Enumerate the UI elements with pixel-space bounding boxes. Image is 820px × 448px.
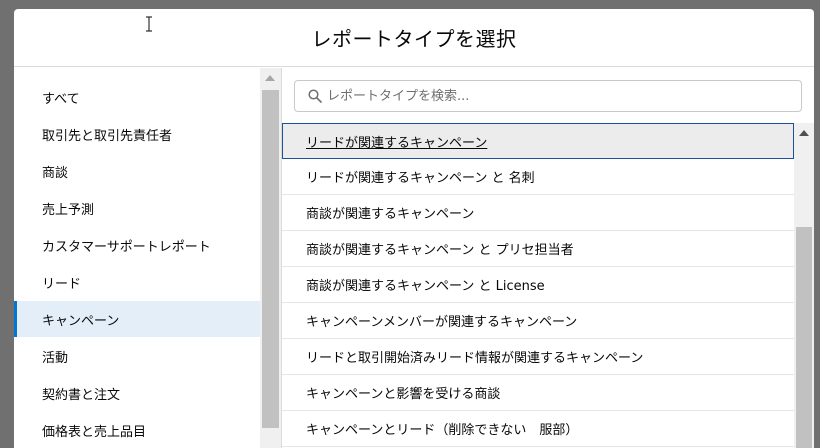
modal-title: レポートタイプを選択 xyxy=(311,27,517,51)
scrollbar-thumb[interactable] xyxy=(262,90,279,428)
category-label: 価格表と売上品目 xyxy=(42,424,147,440)
report-type-label: 商談が関連するキャンペーン と プリセ担当者 xyxy=(306,243,574,258)
category-label: 売上予測 xyxy=(42,202,95,218)
report-type-item[interactable]: リードが関連するキャンペーン と 名刺 xyxy=(282,159,794,195)
category-scrollbar[interactable] xyxy=(260,68,281,448)
category-item[interactable]: 商談 xyxy=(14,153,260,189)
search-box xyxy=(294,80,802,112)
report-type-label: リードが関連するキャンペーン xyxy=(306,135,488,151)
report-type-item[interactable]: リードが関連するキャンペーン xyxy=(282,123,794,159)
category-label: すべて xyxy=(42,91,80,107)
report-type-label: リードが関連するキャンペーン と 名刺 xyxy=(306,171,535,186)
report-type-item[interactable]: 商談が関連するキャンペーン xyxy=(282,195,794,231)
category-item[interactable]: リード xyxy=(14,264,260,300)
category-label: 商談 xyxy=(42,165,69,181)
category-label: キャンペーン xyxy=(42,313,120,329)
report-type-item[interactable]: 商談が関連するキャンペーン と License xyxy=(282,267,794,303)
category-label: リード xyxy=(42,276,82,292)
report-type-list: リードが関連するキャンペーン リードが関連するキャンペーン と 名刺 商談が関連する… xyxy=(282,123,794,448)
category-item[interactable]: 売上予測 xyxy=(14,190,260,226)
modal-header: レポートタイプを選択 xyxy=(14,9,814,67)
category-item[interactable]: 契約書と注文 xyxy=(14,375,260,411)
search-input[interactable] xyxy=(327,81,797,111)
search-icon xyxy=(308,89,322,103)
report-type-label: キャンペーンメンバーが関連するキャンペーン xyxy=(306,315,578,330)
report-type-label: キャンペーンと影響を受ける商談 xyxy=(306,387,501,402)
category-label: 契約書と注文 xyxy=(42,387,121,403)
scrollbar-thumb[interactable] xyxy=(796,227,812,448)
category-item[interactable]: 活動 xyxy=(14,338,260,374)
text-cursor-icon xyxy=(146,16,152,32)
report-type-item[interactable]: キャンペーンと影響を受ける商談 xyxy=(282,375,794,411)
report-type-item[interactable]: キャンペーンとリード（削除できない 服部） xyxy=(282,411,794,447)
report-type-scrollbar[interactable] xyxy=(794,123,814,448)
scroll-up-arrow-icon[interactable] xyxy=(265,75,275,81)
report-type-label: キャンペーンとリード（削除できない 服部） xyxy=(306,423,579,438)
report-type-item[interactable]: 商談が関連するキャンペーン と プリセ担当者 xyxy=(282,231,794,267)
report-type-label: 商談が関連するキャンペーン xyxy=(306,207,475,222)
report-type-label: リードと取引開始済みリード情報が関連するキャンペーン xyxy=(306,351,644,366)
category-label: カスタマーサポートレポート xyxy=(42,239,211,255)
category-item[interactable]: すべて xyxy=(14,79,260,115)
category-item[interactable]: 取引先と取引先責任者 xyxy=(14,116,260,152)
category-item[interactable]: 価格表と売上品目 xyxy=(14,412,260,448)
report-type-item[interactable]: リードと取引開始済みリード情報が関連するキャンペーン xyxy=(282,339,794,375)
category-label: 活動 xyxy=(42,350,69,366)
category-item[interactable]: キャンペーン xyxy=(14,301,260,337)
report-type-label: 商談が関連するキャンペーン と License xyxy=(306,279,545,294)
scroll-up-arrow-icon[interactable] xyxy=(799,130,809,136)
category-item[interactable]: カスタマーサポートレポート xyxy=(14,227,260,263)
report-type-item[interactable]: キャンペーンメンバーが関連するキャンペーン xyxy=(282,303,794,339)
category-list: すべて取引先と取引先責任者 商談売上予測カスタマーサポートレポート リードキャンペー… xyxy=(14,68,260,448)
category-label: 取引先と取引先責任者 xyxy=(42,128,173,144)
